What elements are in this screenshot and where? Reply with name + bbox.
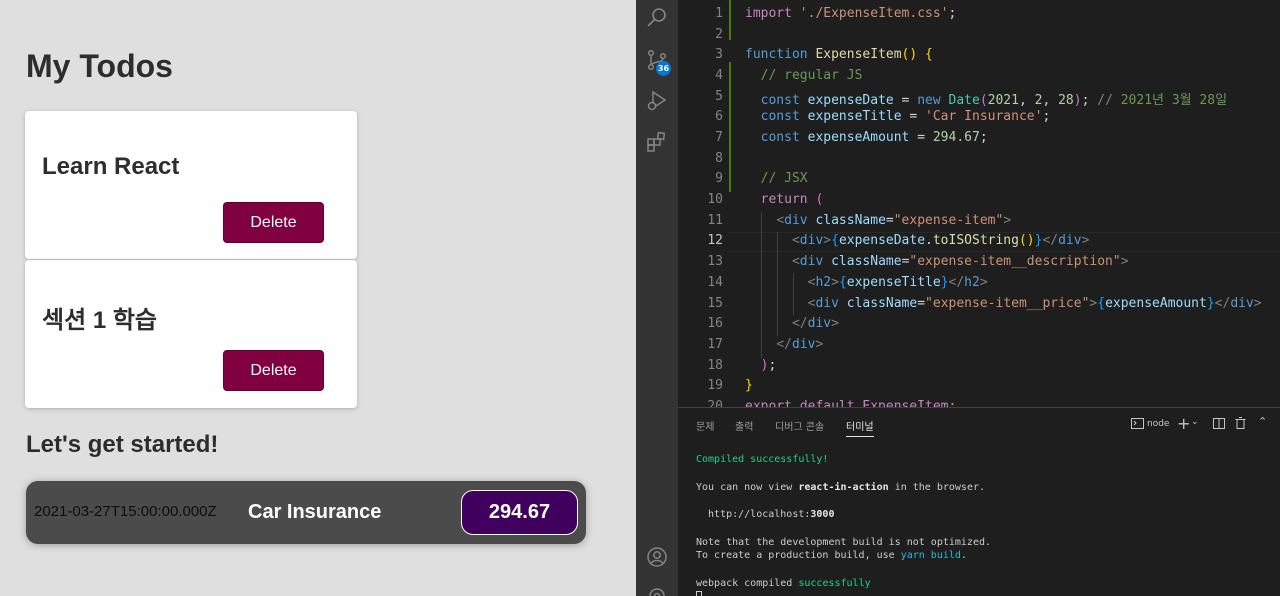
code-line: <div className="expense-item__price">{ex… bbox=[807, 296, 1262, 311]
expense-date: 2021-03-27T15:00:00.000Z bbox=[34, 503, 217, 520]
delete-button[interactable]: Delete bbox=[223, 350, 324, 391]
search-icon[interactable] bbox=[645, 6, 669, 30]
gutter-modified-marker bbox=[729, 62, 731, 192]
trash-icon[interactable] bbox=[1235, 417, 1246, 429]
line-number: 3 bbox=[715, 47, 723, 62]
line-number: 19 bbox=[707, 378, 723, 393]
line-number: 10 bbox=[707, 192, 723, 207]
line-number: 7 bbox=[715, 130, 723, 145]
terminal-name[interactable]: node bbox=[1147, 419, 1169, 429]
terminal-line: You can now view react-in-action in the … bbox=[696, 482, 985, 493]
code-line: } bbox=[745, 378, 753, 393]
code-line: function ExpenseItem() { bbox=[745, 47, 933, 62]
section-heading: Let's get started! bbox=[26, 431, 219, 458]
line-number: 4 bbox=[715, 68, 723, 83]
new-terminal-icon[interactable]: + bbox=[1177, 414, 1190, 433]
code-line: const expenseAmount = 294.67; bbox=[760, 130, 988, 145]
terminal-line: Note that the development build is not o… bbox=[696, 537, 992, 548]
code-line: return ( bbox=[760, 192, 824, 207]
line-number: 15 bbox=[707, 296, 723, 311]
code-line: const expenseDate = new Date(2021, 2, 28… bbox=[760, 93, 1228, 108]
line-number: 16 bbox=[707, 316, 723, 331]
code-line: ); bbox=[760, 358, 777, 373]
code-line: export default ExpenseItem; bbox=[745, 399, 957, 407]
chevron-down-icon[interactable]: ⌄ bbox=[1191, 417, 1199, 427]
browser-viewport: My Todos Learn React Delete 섹션 1 학습 Dele… bbox=[0, 0, 636, 596]
terminal-icon bbox=[1131, 418, 1144, 429]
run-debug-icon[interactable] bbox=[645, 89, 669, 113]
todo-title: 섹션 1 학습 bbox=[42, 307, 158, 334]
line-number: 6 bbox=[715, 109, 723, 124]
delete-button[interactable]: Delete bbox=[223, 202, 324, 243]
line-number: 20 bbox=[707, 399, 723, 407]
bottom-panel: 문제 출력 디버그 콘솔 터미널 node + ⌄ ⌃ Compiled suc… bbox=[678, 407, 1280, 596]
todo-card: 섹션 1 학습 Delete bbox=[25, 260, 357, 408]
line-number: 5 bbox=[715, 89, 723, 104]
tab-debug-console[interactable]: 디버그 콘솔 bbox=[775, 418, 824, 433]
source-control-badge: 36 bbox=[656, 61, 671, 76]
line-number: 13 bbox=[707, 254, 723, 269]
code-line: </div> bbox=[776, 337, 824, 352]
expense-price: 294.67 bbox=[461, 490, 578, 535]
line-number: 12 bbox=[707, 233, 723, 248]
line-number: 8 bbox=[715, 151, 723, 166]
vscode-window: 36 1 2 3 4 5 6 7 8 9 10 11 12 13 14 15 1… bbox=[636, 0, 1280, 596]
terminal-line: webpack compiled successfully bbox=[696, 578, 871, 589]
terminal-cursor bbox=[696, 591, 702, 596]
chevron-up-icon[interactable]: ⌃ bbox=[1258, 415, 1267, 428]
expense-item: 2021-03-27T15:00:00.000Z Car Insurance 2… bbox=[26, 481, 586, 544]
account-icon[interactable] bbox=[645, 545, 669, 569]
gutter-modified-marker bbox=[729, 0, 731, 40]
line-number: 9 bbox=[715, 171, 723, 186]
code-line: <div className="expense-item__descriptio… bbox=[791, 254, 1129, 269]
todo-title: Learn React bbox=[42, 153, 180, 180]
line-number: 17 bbox=[707, 337, 723, 352]
extensions-icon[interactable] bbox=[645, 130, 669, 154]
tab-problems[interactable]: 문제 bbox=[696, 418, 714, 433]
code-line: import './ExpenseItem.css'; bbox=[745, 6, 957, 21]
code-line: <div className="expense-item"> bbox=[776, 213, 1012, 228]
line-number: 1 bbox=[715, 6, 723, 21]
line-number: 14 bbox=[707, 275, 723, 290]
tab-output[interactable]: 출력 bbox=[735, 418, 753, 433]
line-number: 11 bbox=[707, 213, 723, 228]
todo-card: Learn React Delete bbox=[25, 111, 357, 259]
terminal-line: To create a production build, use yarn b… bbox=[696, 550, 967, 561]
line-number: 18 bbox=[707, 358, 723, 373]
settings-gear-icon[interactable] bbox=[645, 584, 669, 596]
code-line: <div>{expenseDate.toISOString()}</div> bbox=[791, 233, 1090, 248]
expense-title: Car Insurance bbox=[248, 501, 382, 523]
line-number: 2 bbox=[715, 27, 723, 42]
code-line: // regular JS bbox=[760, 68, 863, 83]
code-line: </div> bbox=[791, 316, 839, 331]
terminal-line: Compiled successfully! bbox=[696, 454, 829, 465]
terminal-line: http://localhost:3000 bbox=[696, 509, 835, 520]
activity-bar: 36 bbox=[636, 0, 678, 596]
code-line: const expenseTitle = 'Car Insurance'; bbox=[760, 109, 1051, 124]
code-line: // JSX bbox=[760, 171, 808, 186]
code-editor[interactable]: 1 2 3 4 5 6 7 8 9 10 11 12 13 14 15 16 1… bbox=[678, 0, 1280, 407]
code-line: <h2>{expenseTitle}</h2> bbox=[807, 275, 988, 290]
tab-terminal[interactable]: 터미널 bbox=[846, 418, 874, 437]
split-terminal-icon[interactable] bbox=[1213, 418, 1225, 429]
page-title: My Todos bbox=[26, 48, 173, 84]
